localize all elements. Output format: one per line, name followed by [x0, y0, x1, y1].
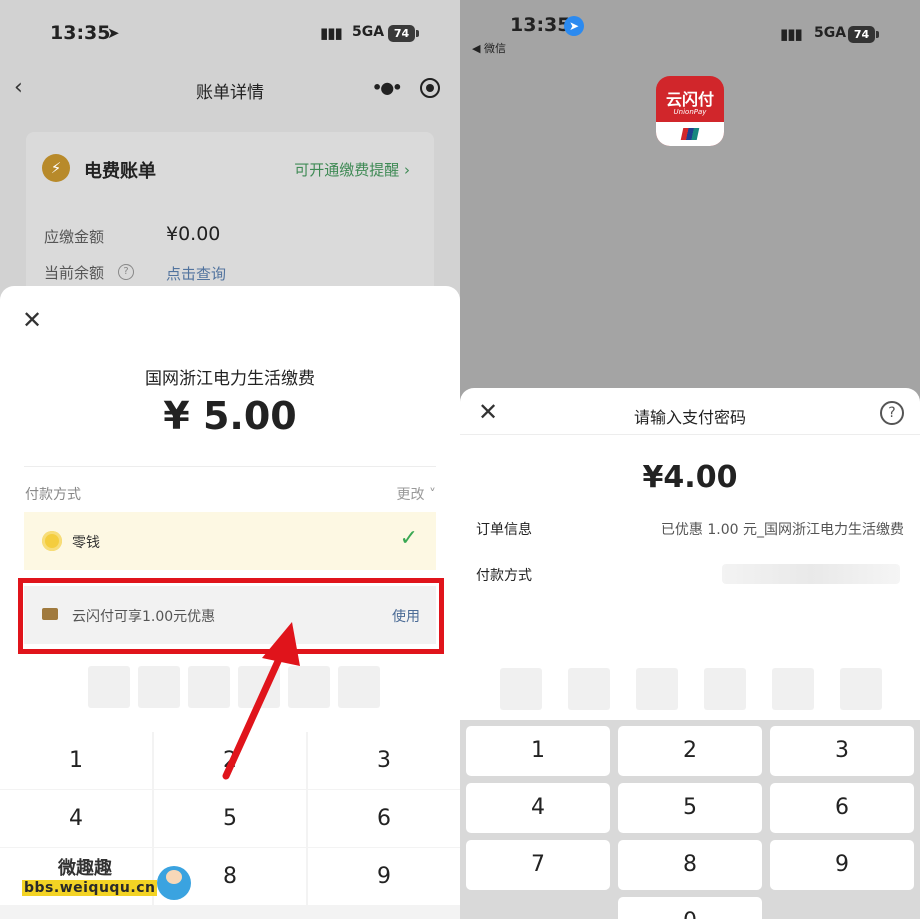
close-icon[interactable]: ✕ [22, 306, 42, 334]
key-4[interactable]: 4 [0, 790, 152, 847]
payment-amount: ¥4.00 [642, 460, 738, 495]
signal-icon: ▮▮▮ [780, 25, 803, 43]
more-icon[interactable]: •●• [372, 78, 402, 97]
order-info-value: 已优惠 1.00 元_国网浙江电力生活缴费 [660, 522, 904, 538]
payment-option-balance[interactable]: 零钱 ✓ [24, 512, 436, 570]
location-arrow-icon: ➤ [107, 24, 120, 42]
password-digit-box [772, 668, 814, 710]
coin-icon [42, 531, 62, 551]
close-target-icon[interactable] [420, 78, 440, 98]
payment-method-value[interactable] [722, 564, 900, 584]
password-digit-box [500, 668, 542, 710]
key-3[interactable]: 3 [770, 726, 914, 776]
key-5[interactable]: 5 [618, 783, 762, 833]
wechat-pay-screen: 13:35 ➤ ▮▮▮ 5GA 74 ‹ 账单详情 •●• ⚡ 电费账单 可开通… [0, 0, 460, 919]
key-6[interactable]: 6 [770, 783, 914, 833]
password-digit-box [568, 668, 610, 710]
payment-method-label: 付款方式 [476, 568, 532, 584]
password-digit-box [238, 666, 280, 708]
password-digit-box [88, 666, 130, 708]
back-to-app-link[interactable]: ◀ 微信 [472, 40, 506, 56]
app-icon-name: 云闪付 [665, 90, 714, 109]
password-digit-box [704, 668, 746, 710]
payment-method-label: 付款方式 [25, 487, 81, 503]
watermark-url: bbs.weiququ.cn [22, 880, 158, 896]
change-label: 更改 [396, 487, 425, 503]
password-digit-box [288, 666, 330, 708]
sheet-title: 请输入支付密码 [633, 408, 746, 427]
key-5[interactable]: 5 [154, 790, 306, 847]
divider [24, 466, 436, 467]
key-9[interactable]: 9 [308, 848, 460, 905]
signal-icon: ▮▮▮ [320, 24, 343, 42]
mascot-icon [157, 866, 191, 900]
help-icon[interactable]: ? [118, 264, 134, 280]
app-icon-sub: UnionPay [673, 108, 707, 116]
status-time: 13:35 [50, 22, 111, 44]
mini-program-capsule[interactable]: •●• [360, 72, 448, 104]
balance-query-link[interactable]: 点击查询 [166, 263, 226, 284]
key-0[interactable]: 0 [618, 897, 762, 919]
key-1[interactable]: 1 [0, 732, 152, 789]
lightning-icon: ⚡ [42, 154, 70, 182]
key-7[interactable]: 7 [466, 840, 610, 890]
due-amount-label: 应缴金额 [44, 228, 105, 246]
battery-icon: 74 [388, 25, 419, 42]
key-2[interactable]: 2 [618, 726, 762, 776]
key-6[interactable]: 6 [308, 790, 460, 847]
password-digit-box [138, 666, 180, 708]
bill-title: 电费账单 [84, 161, 156, 182]
password-sheet: ✕ 请输入支付密码 ? ¥4.00 订单信息 已优惠 1.00 元_国网浙江电力… [460, 388, 920, 919]
payment-sheet: ✕ 国网浙江电力生活缴费 ¥ 5.00 付款方式 更改 ˅ 零钱 ✓ 云闪付可享… [0, 286, 460, 919]
key-4[interactable]: 4 [466, 783, 610, 833]
divider [460, 434, 920, 435]
key-3[interactable]: 3 [308, 732, 460, 789]
numeric-keypad: 1 2 3 4 5 6 7 8 9 0 [460, 720, 920, 919]
unionpay-logo-icon [680, 128, 700, 140]
payment-amount: ¥ 5.00 [163, 394, 297, 438]
change-method-button[interactable]: 更改 ˅ [397, 484, 436, 504]
payment-reminder-link[interactable]: 可开通缴费提醒 › [294, 159, 410, 180]
unionpay-password-screen: 13:35 ➤ ◀ 微信 ▮▮▮ 5GA 74 云闪付 UnionPay ✕ 请… [460, 0, 920, 919]
key-8[interactable]: 8 [618, 840, 762, 890]
payee-name: 国网浙江电力生活缴费 [145, 369, 315, 389]
watermark-text: 微趣趣 [58, 858, 112, 879]
password-digit-box [636, 668, 678, 710]
key-9[interactable]: 9 [770, 840, 914, 890]
checkmark-icon: ✓ [399, 526, 418, 551]
password-digit-box [188, 666, 230, 708]
password-digit-box [338, 666, 380, 708]
network-type: 5GA [814, 25, 847, 41]
option-label: 零钱 [72, 535, 100, 551]
due-amount-value: ¥0.00 [166, 223, 221, 245]
status-time: 13:35 [510, 14, 571, 36]
password-digit-box [840, 668, 882, 710]
key-2[interactable]: 2 [154, 732, 306, 789]
bill-card: ⚡ 电费账单 可开通缴费提醒 › 应缴金额 ¥0.00 当前余额 ? 点击查询 [26, 132, 434, 312]
key-1[interactable]: 1 [466, 726, 610, 776]
highlight-box [18, 578, 444, 654]
unionpay-app-icon: 云闪付 UnionPay [656, 76, 724, 146]
help-icon[interactable]: ? [880, 401, 904, 425]
battery-icon: 74 [848, 26, 879, 43]
order-info-label: 订单信息 [476, 522, 532, 538]
network-type: 5GA [352, 24, 385, 40]
balance-label: 当前余额 [44, 264, 105, 282]
location-arrow-icon: ➤ [564, 16, 584, 36]
